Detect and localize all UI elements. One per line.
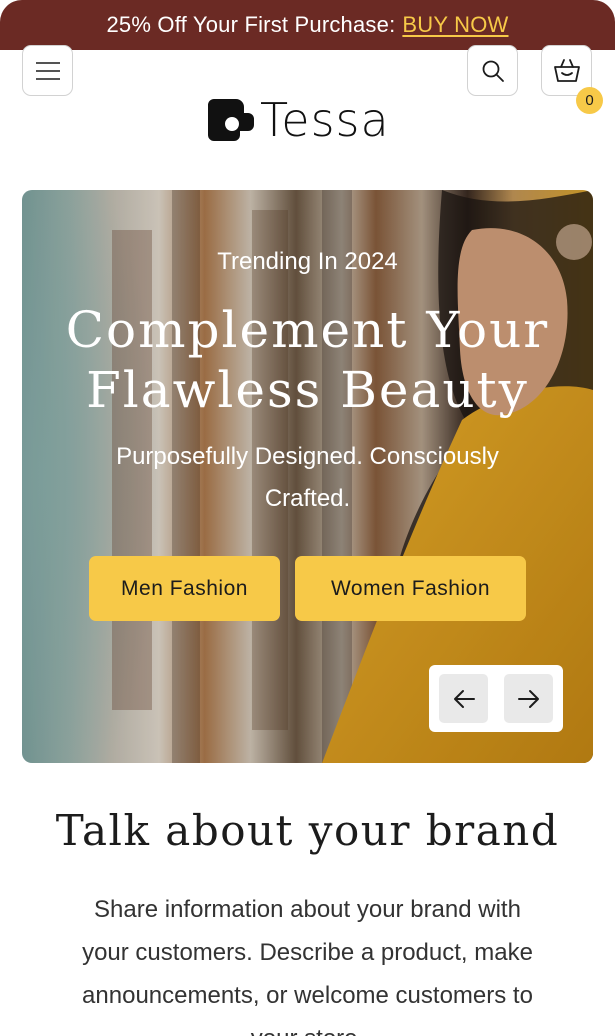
search-icon	[482, 60, 504, 82]
announcement-text: 25% Off Your First Purchase:	[106, 12, 396, 37]
slider-controls	[429, 665, 563, 732]
hero-title: Complement Your Flawless Beauty	[65, 301, 550, 419]
cart-count-badge: 0	[576, 87, 603, 114]
hero-eyebrow: Trending In 2024	[217, 248, 398, 275]
brand-section-title: Talk about your brand	[55, 806, 560, 855]
next-slide-button[interactable]	[504, 674, 553, 723]
women-fashion-button[interactable]: Women Fashion	[295, 556, 526, 621]
search-button[interactable]	[467, 45, 518, 96]
logo[interactable]: Tessa	[208, 92, 390, 148]
buy-now-link[interactable]: BUY NOW	[402, 12, 508, 38]
menu-icon	[35, 61, 60, 80]
logo-mark-icon	[208, 99, 254, 141]
men-fashion-button[interactable]: Men Fashion	[89, 556, 280, 621]
logo-text: Tessa	[260, 93, 390, 147]
arrow-left-icon	[453, 689, 475, 708]
hero-slideshow: Trending In 2024 Complement Your Flawles…	[22, 190, 593, 763]
hero-subtitle: Purposefully Designed. Consciously Craft…	[116, 443, 499, 512]
arrow-right-icon	[517, 689, 539, 708]
previous-slide-button[interactable]	[439, 674, 488, 723]
brand-section-text: Share information about your brand with …	[82, 896, 533, 1036]
menu-button[interactable]	[22, 45, 73, 96]
cart-icon	[553, 58, 580, 82]
announcement-bar: 25% Off Your First Purchase: BUY NOW	[0, 0, 615, 50]
